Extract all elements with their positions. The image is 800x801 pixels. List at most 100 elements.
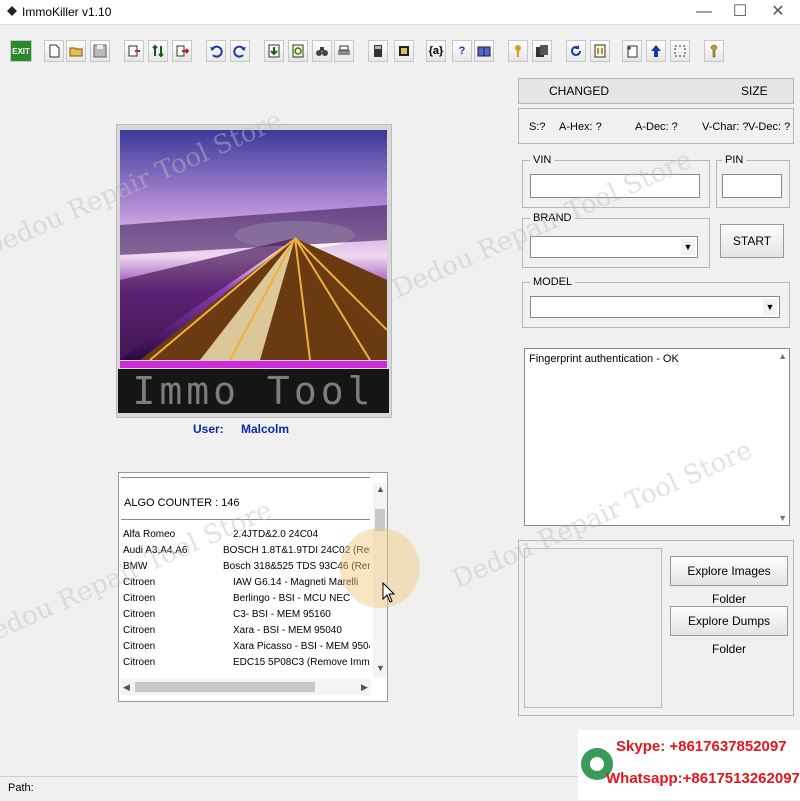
chevron-down-icon[interactable]: ▼	[763, 299, 777, 315]
path-label: Path:	[8, 782, 34, 794]
list-item-brand: Citroen	[123, 657, 156, 668]
scroll-down-icon[interactable]: ▼	[778, 513, 787, 523]
stat-v-char: V-Char: ?	[702, 121, 749, 133]
calculator-icon	[374, 45, 382, 57]
start-button[interactable]: START	[720, 224, 784, 258]
list-item[interactable]: Citroen Xara Picasso - BSI - MEM 95040	[123, 641, 370, 657]
brand-label: BRAND	[530, 212, 575, 224]
user-label: User:	[193, 422, 224, 436]
script-button[interactable]: {a}	[426, 40, 446, 62]
banner-image	[120, 130, 387, 360]
copy-button[interactable]	[532, 40, 552, 62]
import-button[interactable]	[264, 40, 284, 62]
list-horizontal-scrollbar[interactable]: ◀ ▶	[121, 679, 371, 695]
explore-dumps-button[interactable]: Explore Dumps Folder	[670, 606, 788, 656]
log-output[interactable]: Fingerprint authentication - OK ▲ ▼	[524, 348, 790, 526]
scroll-up-icon[interactable]: ▲	[376, 484, 385, 494]
brand-select[interactable]: ▼	[530, 236, 698, 258]
maximize-button[interactable]: ☐	[722, 0, 758, 24]
list-divider	[121, 519, 370, 520]
exit-button[interactable]: EXIT	[10, 40, 32, 62]
list-item[interactable]: BMWBosch 318&525 TDS 93C46 (Remove	[123, 561, 370, 577]
list-item-brand: Citroen	[123, 593, 156, 604]
list-top-divider	[121, 477, 370, 478]
scroll-down-icon[interactable]: ▼	[376, 663, 385, 673]
swap-arrows-icon	[152, 44, 164, 58]
list-item-detail: EDC15 5P08C3 (Remove Immo)	[233, 657, 370, 668]
new-file-icon	[49, 44, 60, 58]
list-item-brand: Citroen	[123, 625, 156, 636]
refresh-file-button[interactable]	[288, 40, 308, 62]
chip-button[interactable]	[394, 40, 414, 62]
checksum-icon	[594, 44, 606, 58]
list-item[interactable]: Citroen Xara - BSI - MEM 95040	[123, 625, 370, 641]
add-file-button[interactable]	[622, 40, 642, 62]
vin-input[interactable]	[530, 174, 700, 198]
list-item-detail: C3- BSI - MEM 95160	[233, 609, 331, 620]
stat-s: S:?	[529, 121, 546, 133]
algo-rows: Alfa Romeo 2.4JTD&2.0 24C04 Audi A3,A4,A6…	[121, 529, 370, 679]
list-item-brand: Citroen	[123, 577, 156, 588]
help-button[interactable]: ?	[452, 40, 472, 62]
tool-button[interactable]	[704, 40, 724, 62]
scroll-up-icon[interactable]: ▲	[778, 351, 787, 361]
search-button[interactable]	[312, 40, 332, 62]
reload-button[interactable]	[566, 40, 586, 62]
new-file-button[interactable]	[44, 40, 64, 62]
pin-input[interactable]	[722, 174, 782, 198]
list-item[interactable]: Citroen C3- BSI - MEM 95160	[123, 609, 370, 625]
key-button[interactable]	[508, 40, 528, 62]
swap-button[interactable]	[148, 40, 168, 62]
explore-images-button[interactable]: Explore Images Folder	[670, 556, 788, 606]
binoculars-icon	[316, 47, 328, 56]
load-button[interactable]	[124, 40, 144, 62]
redo-button[interactable]	[230, 40, 250, 62]
manual-button[interactable]	[474, 40, 494, 62]
select-button[interactable]	[670, 40, 690, 62]
import-icon	[268, 44, 280, 58]
add-file-icon	[627, 45, 638, 58]
open-folder-button[interactable]	[66, 40, 86, 62]
banner-strip	[120, 361, 387, 368]
list-item[interactable]: Alfa Romeo 2.4JTD&2.0 24C04	[123, 529, 370, 545]
algo-counter: ALGO COUNTER : 146	[124, 497, 240, 509]
list-item[interactable]: Audi A3,A4,A6 BOSCH 1.8T&1.9TDI 24C02 (Re…	[123, 545, 370, 561]
chevron-down-icon[interactable]: ▼	[681, 239, 695, 255]
undo-button[interactable]	[206, 40, 226, 62]
skype-contact: Skype: +8617637852097	[616, 738, 787, 755]
list-item[interactable]: Citroen EDC15 5P08C3 (Remove Immo)	[123, 657, 370, 673]
list-item[interactable]: Citroen Berlingo - BSI - MCU NEC	[123, 593, 370, 609]
model-select[interactable]: ▼	[530, 296, 780, 318]
stat-a-hex: A-Hex: ?	[559, 121, 602, 133]
redo-icon	[233, 45, 246, 58]
save-button[interactable]	[90, 40, 110, 62]
wrench-icon	[710, 44, 718, 58]
undo-icon	[210, 45, 223, 58]
app-icon	[7, 6, 17, 16]
user-name: Malcolm	[241, 422, 290, 436]
toolbar: EXIT {a} ?	[0, 36, 800, 68]
move-up-button[interactable]	[646, 40, 666, 62]
print-button[interactable]	[334, 40, 354, 62]
close-button[interactable]: ✕	[760, 0, 796, 24]
arrow-up-icon	[651, 45, 661, 57]
checksum-button[interactable]	[590, 40, 610, 62]
list-item-brand: Citroen	[123, 609, 156, 620]
banner-text: Immo Tool	[118, 369, 389, 413]
scroll-right-icon[interactable]: ▶	[361, 682, 368, 693]
list-item-detail: IAW G6.14 - Magneti Marelli	[233, 577, 359, 588]
size-label: SIZE	[741, 84, 768, 98]
list-item[interactable]: Citroen IAW G6.14 - Magneti Marelli	[123, 577, 370, 593]
scroll-left-icon[interactable]: ◀	[123, 682, 130, 693]
minimize-button[interactable]: —	[686, 0, 722, 24]
horizontal-scroll-thumb[interactable]	[135, 682, 315, 692]
list-item-brand: BMW	[123, 561, 148, 572]
whatsapp-contact: Whatsapp:+8617513262097	[606, 770, 800, 787]
copy-icon	[536, 45, 548, 57]
cursor-highlight	[340, 528, 420, 608]
select-rect-icon	[674, 45, 686, 57]
list-item-brand: Citroen	[123, 641, 156, 652]
export-button[interactable]	[172, 40, 192, 62]
mouse-cursor-icon	[382, 582, 396, 603]
calculator-button[interactable]	[368, 40, 388, 62]
